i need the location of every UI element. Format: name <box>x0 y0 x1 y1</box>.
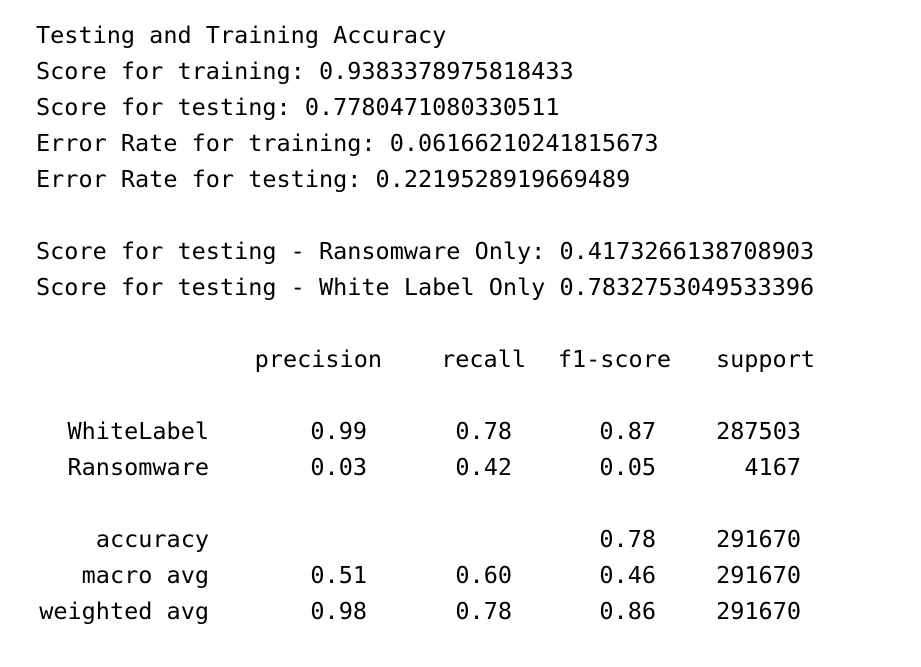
row-label: Ransomware <box>67 453 209 481</box>
cell-support: 291670 <box>716 597 801 625</box>
column-header-f1-score: f1-score <box>557 345 671 373</box>
cell-support: 4167 <box>744 453 801 481</box>
row-label: WhiteLabel <box>67 417 209 445</box>
column-header-support: support <box>715 345 815 373</box>
cell-recall: 0.60 <box>455 561 512 589</box>
cell-f1-score: 0.86 <box>599 597 656 625</box>
cell-recall: 0.42 <box>455 453 512 481</box>
row-label: accuracy <box>95 525 209 553</box>
classification-report: precision recall f1-score support WhiteL… <box>0 0 921 667</box>
console-output: Testing and Training Accuracy Score for … <box>0 0 921 667</box>
cell-support: 291670 <box>716 525 801 553</box>
cell-precision: 0.51 <box>310 561 367 589</box>
column-header-recall: recall <box>441 345 526 373</box>
cell-recall: 0.78 <box>455 597 512 625</box>
cell-support: 287503 <box>716 417 801 445</box>
cell-f1-score: 0.05 <box>599 453 656 481</box>
cell-precision: 0.98 <box>310 597 367 625</box>
cell-f1-score: 0.87 <box>599 417 656 445</box>
row-label: macro avg <box>81 561 209 589</box>
row-label: weighted avg <box>39 597 209 625</box>
cell-f1-score: 0.78 <box>599 525 656 553</box>
cell-f1-score: 0.46 <box>599 561 656 589</box>
cell-precision: 0.03 <box>310 453 367 481</box>
cell-support: 291670 <box>716 561 801 589</box>
cell-precision: 0.99 <box>310 417 367 445</box>
cell-recall: 0.78 <box>455 417 512 445</box>
column-header-precision: precision <box>254 345 382 373</box>
